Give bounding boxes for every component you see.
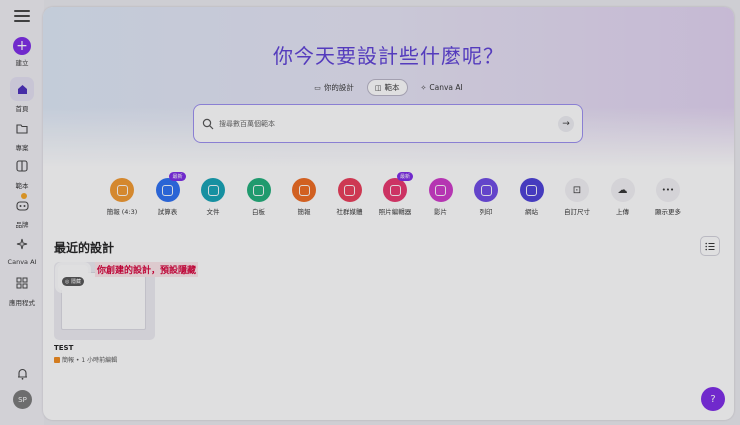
hidden-tag: ◎ 隱藏	[58, 265, 88, 290]
category-shortcut[interactable]: 最新照片編輯器	[370, 172, 420, 216]
category-shortcut[interactable]: 網站	[507, 178, 557, 216]
category-shortcut[interactable]: 簡報	[279, 178, 329, 216]
sidebar-item-apps[interactable]: 應用程式	[0, 271, 44, 307]
eye-off-icon: ◎	[65, 279, 70, 285]
category-label: 社群媒體	[336, 208, 363, 216]
list-view-button[interactable]	[700, 236, 720, 256]
category-label: 列印	[479, 208, 493, 216]
category-label: 顯示更多	[655, 208, 681, 216]
category-icon	[201, 178, 225, 202]
sidebar-item-label: 應用程式	[9, 299, 35, 307]
category-icon	[110, 178, 134, 202]
arrow-right-icon: →	[562, 118, 570, 129]
category-icon: •••	[656, 178, 680, 202]
category-label: 文件	[206, 208, 220, 216]
search-bar[interactable]: 搜尋數百萬個範本 →	[193, 104, 583, 143]
notification-dot	[21, 193, 27, 199]
category-icon	[337, 178, 362, 202]
category-label: 上傳	[616, 208, 629, 216]
template-icon: ◫	[374, 83, 382, 92]
new-badge: 最新	[396, 172, 413, 181]
sidebar-item-home[interactable]: 首頁	[0, 77, 44, 113]
page-title: 你今天要設計些什麼呢？	[273, 44, 504, 68]
category-shortcut[interactable]: ⊡ 自訂尺寸	[552, 178, 602, 216]
search-submit-button[interactable]: →	[558, 115, 574, 132]
search-icon	[202, 118, 214, 129]
tab-templates[interactable]: ◫ 範本	[366, 79, 408, 96]
category-shortcut[interactable]: 影片	[416, 178, 466, 216]
bell-icon	[10, 362, 34, 386]
category-icon: 最新	[383, 172, 413, 202]
sidebar-item-canva-ai[interactable]: Canva AI	[0, 232, 44, 266]
category-label: 照片編輯器	[378, 208, 412, 216]
template-icon	[10, 154, 34, 178]
new-badge: 最新	[169, 172, 186, 181]
category-icon	[474, 178, 498, 202]
home-icon	[10, 77, 34, 101]
main-panel: 你今天要設計些什麼呢？ ▭ 你的設計 ◫ 範本 ✧ Canva AI 搜尋數百萬…	[43, 7, 734, 420]
category-label: 網站	[525, 208, 538, 216]
category-shortcut[interactable]: 社群媒體	[325, 178, 375, 216]
folder-icon	[10, 116, 34, 140]
sidebar-item-label: 專案	[15, 144, 29, 152]
hero-tabs: ▭ 你的設計 ◫ 範本 ✧ Canva AI	[43, 79, 734, 96]
sidebar-item-projects[interactable]: 專案	[0, 116, 44, 152]
category-shortcut[interactable]: 最新試算表	[143, 172, 193, 216]
category-label: 自訂尺寸	[564, 208, 590, 216]
category-shortcut[interactable]: ••• 顯示更多	[643, 178, 693, 216]
category-icon	[246, 178, 271, 202]
sparkle-icon	[10, 232, 34, 256]
presentation-icon	[54, 356, 60, 363]
sidebar-item-templates[interactable]: 範本	[0, 154, 44, 190]
category-shortcut[interactable]: ☁ 上傳	[598, 178, 648, 216]
category-label: 簡報 (4:3)	[106, 208, 138, 216]
folder-icon: ▭	[314, 83, 321, 92]
category-icon	[519, 178, 544, 202]
design-meta: 簡報 • 1 小時前編輯	[54, 355, 117, 364]
tab-your-designs[interactable]: ▭ 你的設計	[307, 79, 361, 96]
sidebar-item-label: 範本	[15, 182, 29, 190]
tab-canva-ai[interactable]: ✧ Canva AI	[414, 79, 470, 96]
annotation-label: 你創建的設計，預設隱藏	[95, 262, 199, 277]
category-icon: 最新	[155, 172, 186, 202]
search-input[interactable]: 搜尋數百萬個範本	[219, 119, 558, 129]
list-icon	[705, 242, 715, 250]
category-shortcut[interactable]: 文件	[188, 178, 238, 216]
category-label: 簡報	[297, 208, 311, 216]
category-shortcut[interactable]: 列印	[461, 178, 511, 216]
design-name[interactable]: TEST	[54, 344, 73, 352]
notifications-button[interactable]	[0, 362, 44, 386]
sidebar-item-label: 建立	[15, 59, 29, 67]
brand-icon	[10, 193, 34, 217]
help-button[interactable]: ?	[701, 387, 725, 411]
sidebar-item-brand[interactable]: 品牌	[0, 193, 44, 229]
sidebar-item-label: 首頁	[15, 105, 29, 113]
sidebar: + 建立 首頁 專案 範本 品牌 Canva AI 應用程式 SP	[0, 0, 44, 425]
category-shortcut[interactable]: 白板	[234, 178, 284, 216]
category-label: 試算表	[157, 208, 178, 216]
category-icon: ⊡	[565, 178, 589, 202]
plus-icon: +	[13, 37, 31, 55]
category-icon	[428, 178, 453, 202]
category-icon: ☁	[610, 178, 635, 202]
category-icon	[292, 178, 316, 202]
sidebar-item-label: 品牌	[15, 221, 29, 229]
menu-icon[interactable]	[14, 10, 30, 24]
recent-designs-title: 最近的設計	[54, 241, 115, 255]
sparkle-icon: ✧	[420, 83, 427, 92]
sidebar-item-create[interactable]: + 建立	[0, 37, 44, 67]
sidebar-item-label: Canva AI	[7, 258, 37, 266]
category-label: 白板	[252, 208, 265, 216]
category-shortcut[interactable]: 簡報 (4:3)	[97, 178, 147, 216]
category-label: 影片	[434, 208, 447, 216]
apps-icon	[10, 271, 34, 295]
avatar[interactable]: SP	[13, 390, 32, 409]
